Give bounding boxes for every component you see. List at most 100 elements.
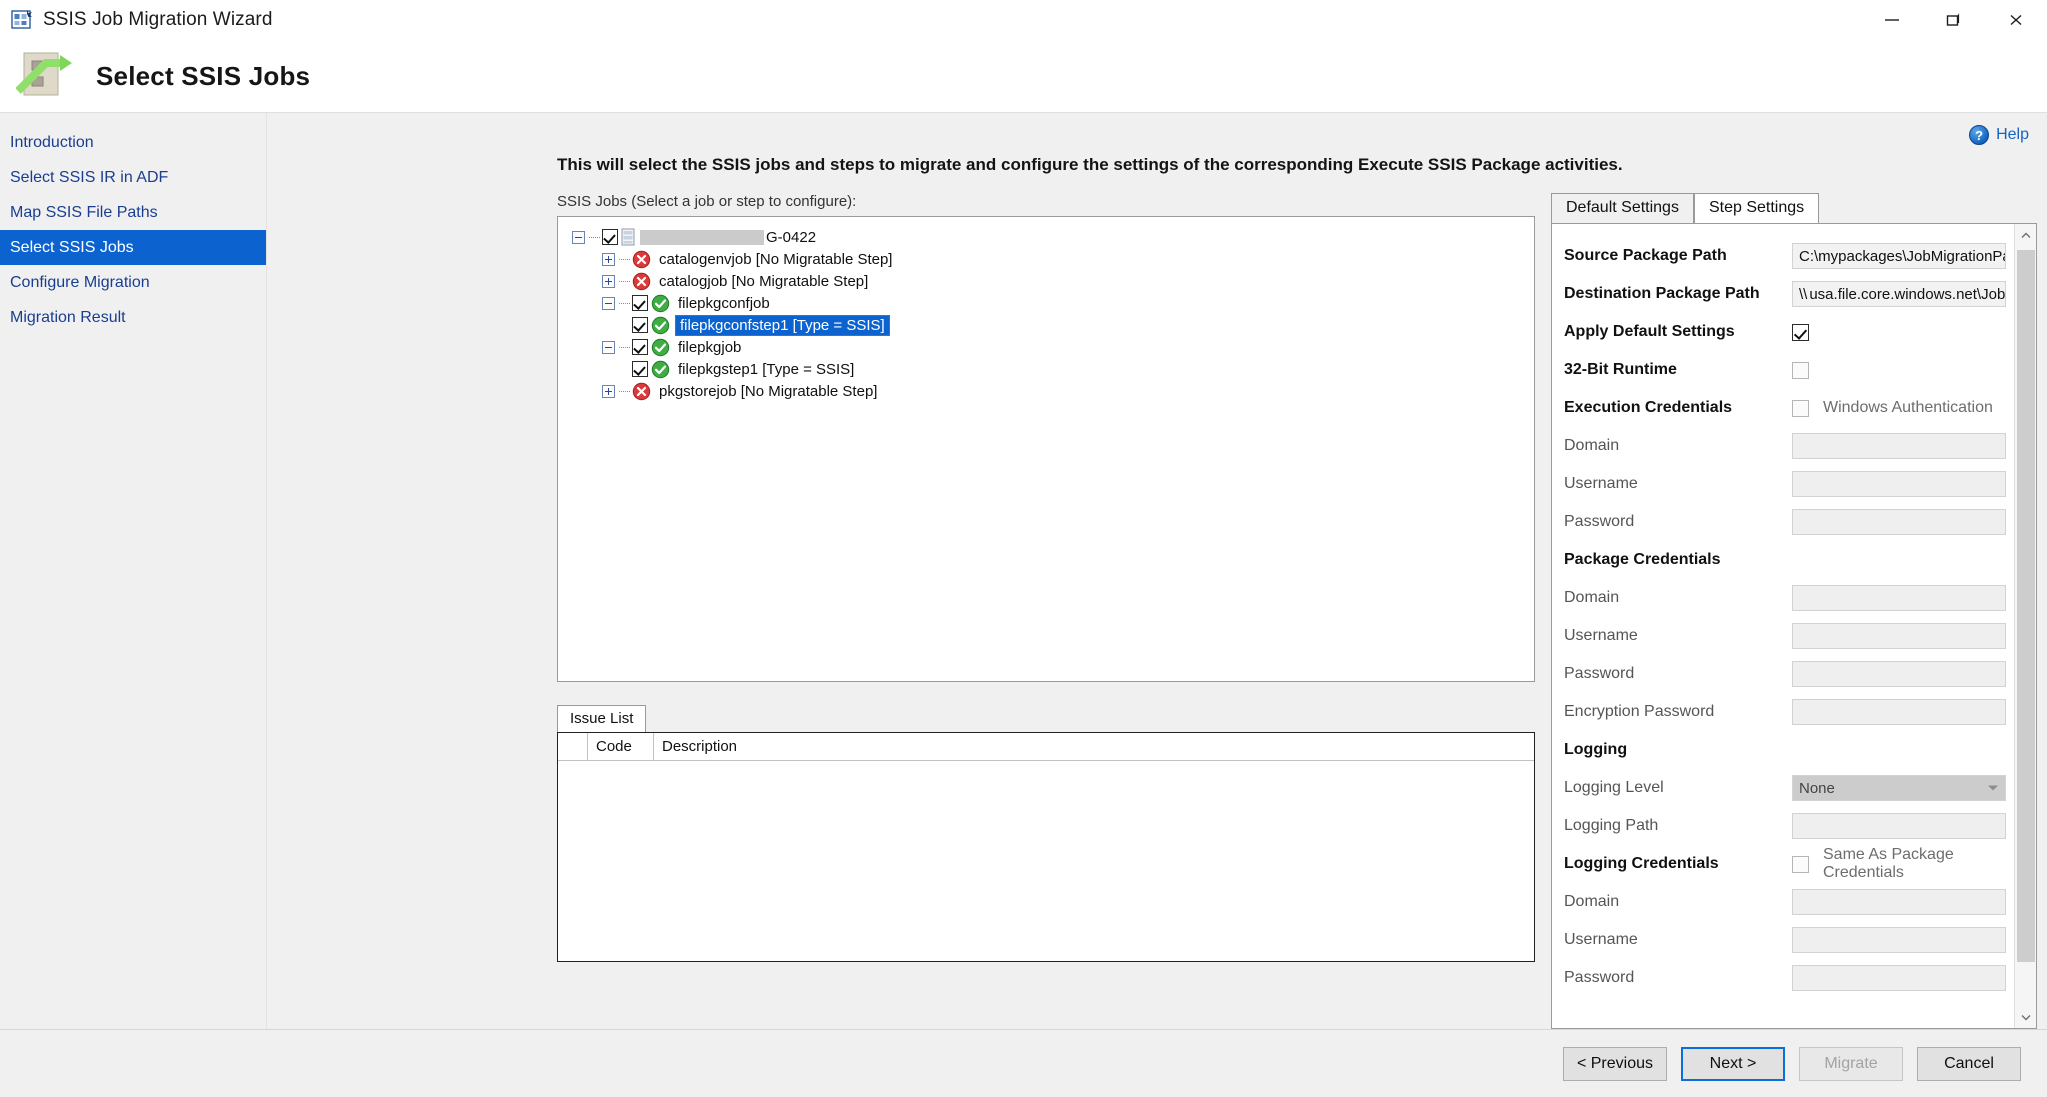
wizard-step-sidebar: Introduction Select SSIS IR in ADF Map S… (0, 113, 267, 1029)
cancel-button[interactable]: Cancel (1917, 1046, 2021, 1081)
settings-scrollbar[interactable] (2014, 224, 2036, 1028)
setting-package-domain: Domain (1564, 579, 2006, 617)
same-as-package-credentials-checkbox[interactable] (1792, 855, 1809, 873)
issue-col-description[interactable]: Description (654, 733, 1534, 760)
logging-level-select[interactable]: None (1792, 775, 2006, 801)
package-password-input[interactable] (1792, 661, 2006, 687)
sidebar-item-label: Introduction (10, 133, 94, 151)
scroll-down-icon[interactable] (2015, 1006, 2037, 1028)
setting-logging-heading: Logging (1564, 731, 2006, 769)
tree-node-filepkgconfstep1[interactable]: filepkgconfstep1 [Type = SSIS] (572, 314, 1534, 336)
sidebar-item-label: Migration Result (10, 308, 126, 326)
tree-checkbox[interactable] (632, 317, 648, 333)
setting-label: 32-Bit Runtime (1564, 361, 1677, 378)
tree-node-pkgstorejob[interactable]: pkgstorejob [No Migratable Step] (572, 380, 1534, 402)
sidebar-item-map-ssis-file-paths[interactable]: Map SSIS File Paths (0, 195, 266, 230)
issue-col-code[interactable]: Code (588, 733, 654, 760)
ssis-jobs-tree[interactable]: G-0422 catalogenvjob [No Migratable Step… (557, 216, 1535, 682)
tree-checkbox[interactable] (632, 361, 648, 377)
tree-node-label: pkgstorejob [No Migratable Step] (659, 382, 878, 400)
execution-username-input[interactable] (1792, 471, 2006, 497)
setting-package-password: Password (1564, 655, 2006, 693)
setting-label: Username (1564, 931, 1638, 948)
tree-node-filepkgstep1[interactable]: filepkgstep1 [Type = SSIS] (572, 358, 1534, 380)
error-icon (632, 250, 651, 269)
tree-checkbox[interactable] (632, 339, 648, 355)
intro-description: This will select the SSIS jobs and steps… (557, 155, 1623, 174)
setting-execution-credentials: Execution Credentials Windows Authentica… (1564, 389, 2006, 427)
success-icon (651, 360, 670, 379)
source-package-path-input[interactable]: C:\mypackages\JobMigrationPackageFolder\… (1792, 243, 2006, 269)
tree-node-root[interactable]: G-0422 (572, 226, 1534, 248)
expand-icon[interactable] (602, 252, 615, 266)
maximize-button[interactable] (1923, 0, 1985, 39)
apply-default-settings-checkbox[interactable] (1792, 323, 1809, 341)
page-header: Select SSIS Jobs (0, 40, 2047, 113)
application-window: SSIS Job Migration Wizard Select SSIS Jo… (0, 0, 2047, 1097)
tree-checkbox[interactable] (632, 295, 648, 311)
destination-package-path-input[interactable]: \\usa.file.core.windows.net\JobMigration… (1792, 281, 2006, 307)
tree-node-filepkgjob[interactable]: filepkgjob (572, 336, 1534, 358)
expand-icon[interactable] (602, 384, 615, 398)
next-button[interactable]: Next > (1681, 1046, 1785, 1081)
setting-package-username: Username (1564, 617, 2006, 655)
tree-node-catalogjob[interactable]: catalogjob [No Migratable Step] (572, 270, 1534, 292)
tree-node-label: filepkgconfstep1 [Type = SSIS] (675, 314, 890, 336)
windows-authentication-checkbox[interactable] (1792, 399, 1809, 417)
sidebar-item-migration-result[interactable]: Migration Result (0, 300, 266, 335)
execution-domain-input[interactable] (1792, 433, 2006, 459)
sidebar-item-configure-migration[interactable]: Configure Migration (0, 265, 266, 300)
sidebar-item-select-ssis-jobs[interactable]: Select SSIS Jobs (0, 230, 266, 265)
scrollbar-thumb[interactable] (2016, 250, 2035, 962)
windows-authentication-label: Windows Authentication (1823, 399, 1993, 416)
scroll-up-icon[interactable] (2015, 224, 2037, 246)
main-content: ? Help This will select the SSIS jobs an… (267, 113, 2047, 1029)
setting-logging-username: Username (1564, 921, 2006, 959)
collapse-icon[interactable] (602, 296, 615, 310)
scrollbar-track[interactable] (2015, 246, 2037, 1006)
success-icon (651, 316, 670, 335)
same-as-package-credentials-label: Same As Package Credentials (1823, 846, 1954, 881)
tree-node-catalogenvjob[interactable]: catalogenvjob [No Migratable Step] (572, 248, 1534, 270)
tab-default-settings[interactable]: Default Settings (1551, 193, 1694, 223)
expand-icon[interactable] (602, 274, 615, 288)
tab-step-settings[interactable]: Step Settings (1693, 193, 1820, 223)
issue-tabstrip: Issue List (557, 704, 1535, 732)
encryption-password-input[interactable] (1792, 699, 2006, 725)
execution-password-input[interactable] (1792, 509, 2006, 535)
logging-level-value: None (1799, 779, 1835, 797)
package-domain-input[interactable] (1792, 585, 2006, 611)
setting-label: Password (1564, 665, 1635, 682)
setting-label: Domain (1564, 893, 1620, 910)
window-title: SSIS Job Migration Wizard (43, 8, 273, 30)
issue-col-selector (558, 733, 588, 760)
collapse-icon[interactable] (602, 340, 615, 354)
tree-connector (619, 390, 630, 392)
sidebar-item-select-ssis-ir-in-adf[interactable]: Select SSIS IR in ADF (0, 160, 266, 195)
collapse-icon[interactable] (572, 230, 585, 244)
tree-node-filepkgconfjob[interactable]: filepkgconfjob (572, 292, 1534, 314)
issue-list-grid[interactable]: Code Description (557, 732, 1535, 962)
setting-label: Encryption Password (1564, 703, 1715, 720)
minimize-button[interactable] (1861, 0, 1923, 39)
logging-domain-input[interactable] (1792, 889, 2006, 915)
help-link[interactable]: ? Help (1969, 125, 2029, 145)
setting-label: Domain (1564, 437, 1620, 454)
tab-issue-list[interactable]: Issue List (557, 705, 647, 732)
logging-path-input[interactable] (1792, 813, 2006, 839)
sidebar-item-introduction[interactable]: Introduction (0, 125, 266, 160)
setting-label: Username (1564, 627, 1638, 644)
logging-password-input[interactable] (1792, 965, 2006, 991)
32-bit-runtime-checkbox[interactable] (1792, 361, 1809, 379)
tree-checkbox[interactable] (602, 229, 618, 245)
package-username-input[interactable] (1792, 623, 2006, 649)
close-button[interactable] (1985, 0, 2047, 39)
server-icon (621, 228, 636, 246)
tree-connector (589, 236, 600, 238)
setting-label: Password (1564, 513, 1635, 530)
setting-execution-domain: Domain (1564, 427, 2006, 465)
previous-button[interactable]: < Previous (1563, 1046, 1667, 1081)
setting-label: Logging Path (1564, 817, 1659, 834)
logging-username-input[interactable] (1792, 927, 2006, 953)
error-icon (632, 272, 651, 291)
